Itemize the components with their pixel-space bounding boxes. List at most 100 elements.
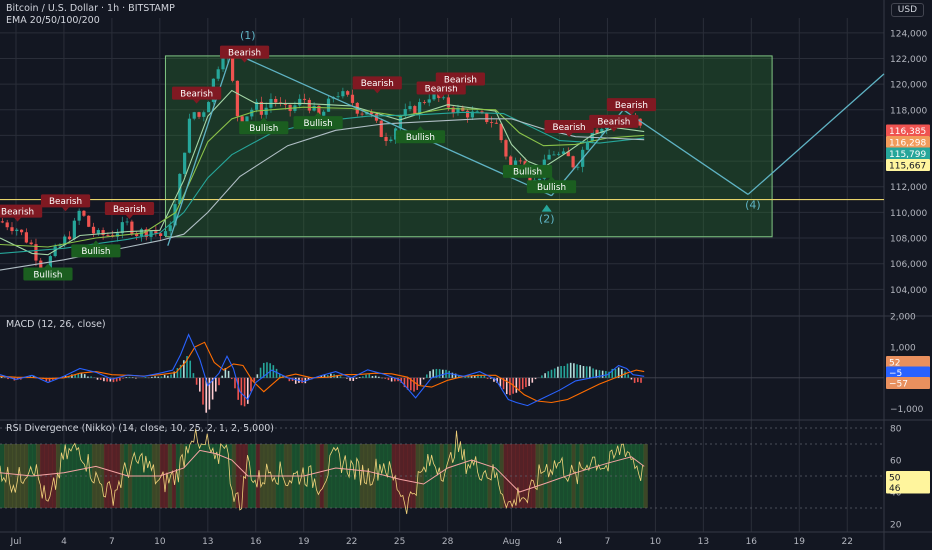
macd-histogram-bar [509,377,511,396]
candle [537,178,542,181]
time-tick-label: 13 [698,537,709,547]
macd-histogram-bar [339,376,342,378]
macd-histogram-bar [441,369,444,378]
time-tick-label: 13 [202,537,213,547]
macd-histogram-bar [87,376,89,378]
svg-text:Bearish: Bearish [180,89,213,99]
macd-histogram-bar [192,373,195,378]
macd-histogram-bar [154,376,156,378]
macd-histogram-bar [294,377,297,384]
candle [29,242,33,245]
macd-histogram-bar [275,368,278,378]
macd-histogram-bar [573,363,575,378]
price-value-badge: 115,667 [886,158,930,171]
candle [106,234,110,236]
time-tick-label: 4 [557,537,563,547]
candle [336,96,340,98]
macd-histogram-bar [525,377,527,388]
macd-histogram-bar [541,375,543,378]
macd-histogram-bar [528,377,530,387]
time-tick-label: Jul [10,537,22,547]
svg-text:116,385: 116,385 [889,127,926,137]
time-tick-label: 4 [61,537,67,547]
macd-histogram-bar [122,377,124,379]
candle [441,97,446,99]
candle [571,156,575,168]
macd-histogram-bar [99,377,102,380]
price-tick-label: 110,000 [890,209,927,219]
macd-histogram-bar [550,369,553,378]
macd-histogram-bar [637,377,639,383]
macd-histogram-bar [135,377,137,379]
candle [384,136,388,142]
candle [346,91,350,95]
macd-histogram-bar [253,377,255,382]
macd-histogram-bar [544,373,546,378]
candle [446,97,450,108]
candle [418,102,422,114]
candle [183,152,187,174]
macd-histogram-bar [627,374,630,378]
candle [67,236,72,240]
candle [216,69,220,79]
svg-text:−57: −57 [889,380,908,390]
macd-histogram-bar [77,373,80,378]
candle [159,233,163,236]
macd-histogram-bar [505,377,508,395]
macd-histogram-bar [633,377,636,383]
candle [77,210,81,221]
macd-histogram-bar [531,377,534,383]
candle [130,221,134,234]
currency-button[interactable]: USD [890,3,924,17]
macd-histogram-bar [601,370,604,378]
candle [125,221,129,223]
macd-histogram-bar [585,366,588,378]
macd-histogram-bar [630,377,633,380]
macd-histogram-bar [125,377,128,378]
macd-histogram-bar [426,374,428,378]
chart-canvas[interactable]: (1)(2)(4) BearishBearishBearishBearishBe… [0,0,932,550]
macd-histogram-bar [90,376,92,378]
macd-histogram-bar [432,369,435,378]
time-tick-label: 7 [605,537,611,547]
macd-histogram-bar [374,375,377,378]
price-tick-label: 122,000 [890,55,927,65]
candle [192,112,196,119]
macd-histogram-bar [486,377,489,379]
candle [389,139,393,142]
rsi-pane-title: RSI Divergence (Nikko) (14, close, 10, 2… [6,423,275,434]
macd-histogram-bar [640,377,642,383]
svg-text:115,667: 115,667 [889,161,926,171]
macd-histogram-bar [131,377,134,378]
candle [187,118,192,153]
time-tick-label: 10 [154,537,166,547]
candle [264,107,268,115]
macd-value-badge: −57 [886,377,930,390]
macd-histogram-bar [518,377,521,390]
macd-histogram-bar [195,377,198,385]
candle [221,57,225,70]
macd-histogram-bar [346,377,348,379]
svg-text:Bullish: Bullish [81,247,110,257]
svg-text:Bearish: Bearish [425,84,458,94]
macd-histogram-bar [387,377,390,381]
svg-text:Bullish: Bullish [513,168,542,178]
macd-histogram-bar [365,374,367,378]
candle [552,154,556,156]
svg-text:46: 46 [889,484,901,494]
candle [202,112,206,117]
candle [322,111,326,116]
candle [489,122,494,123]
price-value-badge: 116,298 [886,135,930,148]
macd-histogram-bar [362,376,364,378]
candle [24,232,28,243]
price-value-badge: 116,385 [886,124,930,137]
candle [494,122,498,124]
candle [504,140,508,157]
macd-histogram-bar [579,365,582,378]
svg-text:Bullish: Bullish [33,270,62,280]
macd-histogram-bar [119,377,121,381]
macd-histogram-bar [621,368,623,378]
candle [0,221,4,223]
macd-histogram-bar [569,362,572,378]
